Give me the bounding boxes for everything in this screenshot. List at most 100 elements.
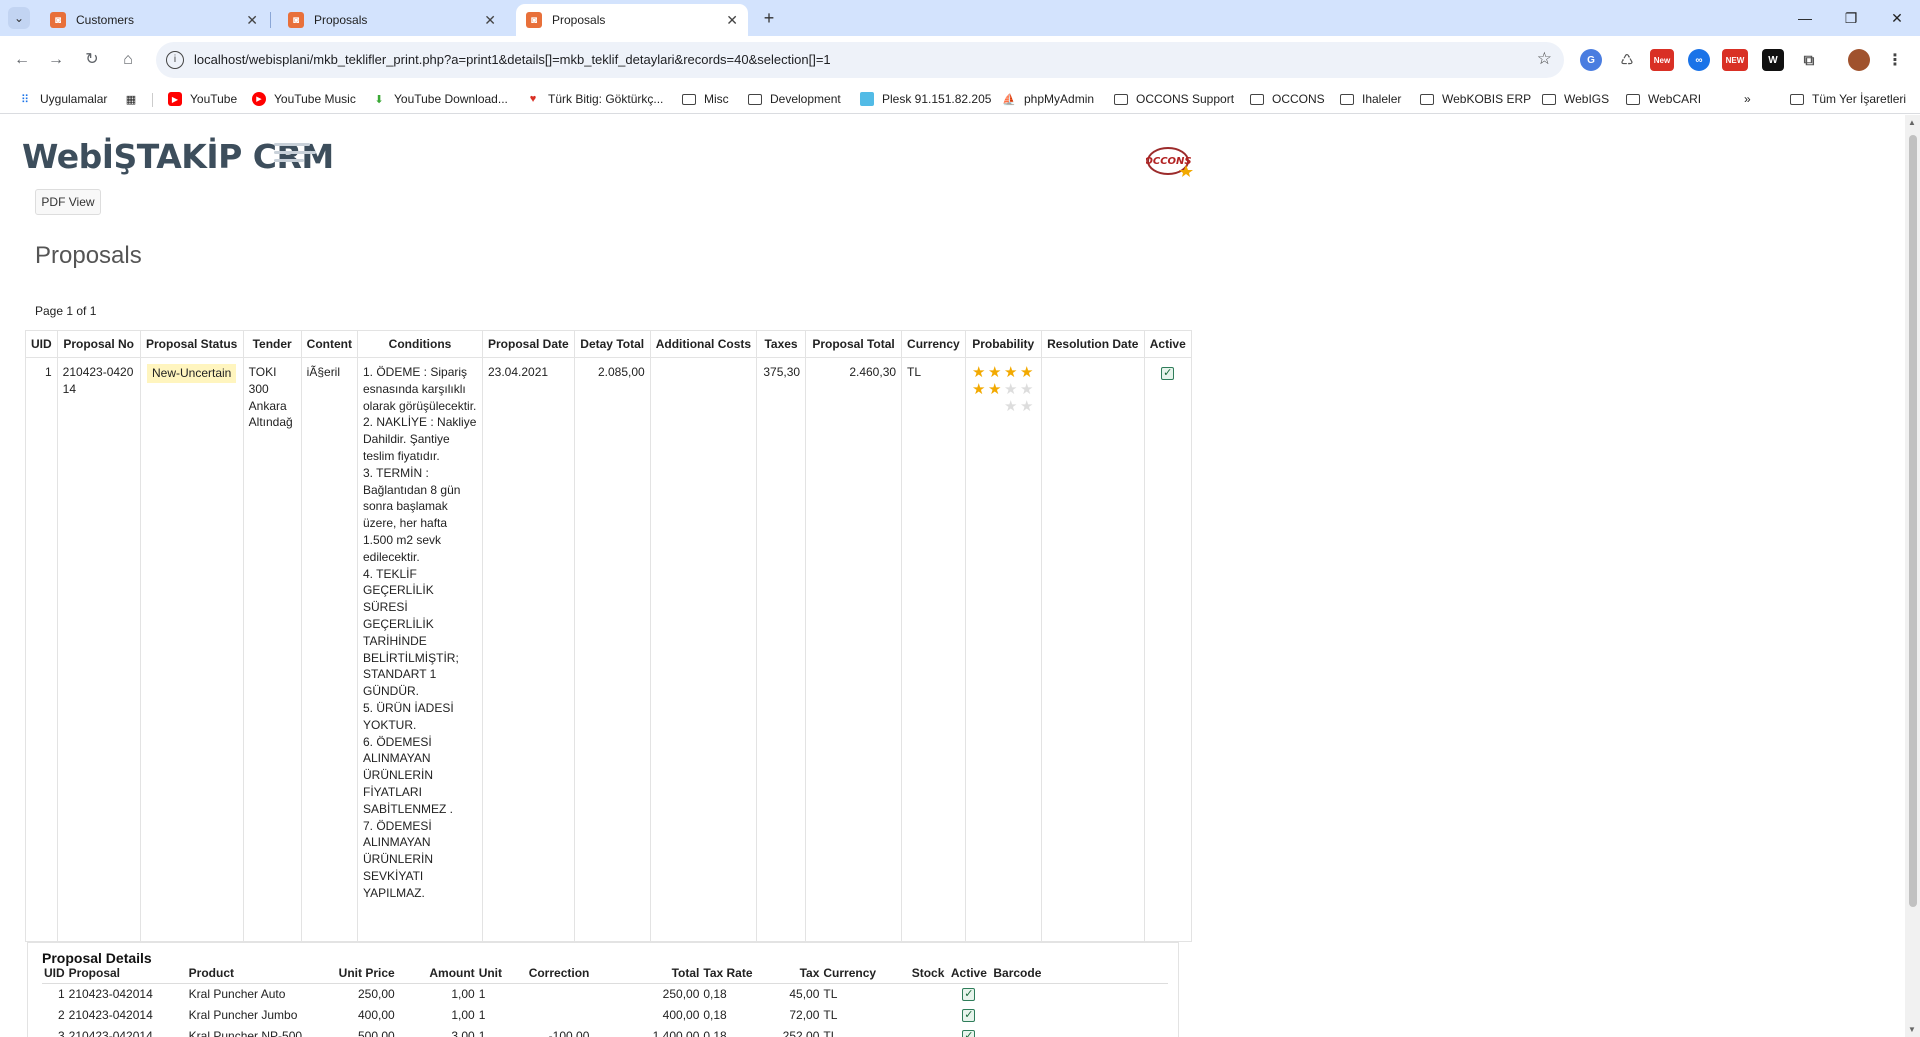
- bookmark-label: Uygulamalar: [40, 92, 108, 106]
- column-header[interactable]: Proposal Total: [805, 330, 903, 358]
- tab-customers[interactable]: ◙ Customers ✕: [40, 4, 268, 36]
- kebab-menu-icon[interactable]: ⋮: [1884, 49, 1906, 71]
- detail-barcode: [991, 1004, 1168, 1025]
- bookmark-occons[interactable]: OCCONS: [1250, 90, 1325, 108]
- column-header: Total: [591, 963, 702, 984]
- bookmark-occons-support[interactable]: OCCONS Support: [1114, 90, 1234, 108]
- close-icon[interactable]: ✕: [726, 12, 738, 29]
- bookmark-label: Ihaleler: [1362, 92, 1402, 106]
- scroll-up-arrow-icon[interactable]: ▲: [1908, 118, 1916, 127]
- folder-icon: [1420, 92, 1434, 106]
- bookmark-youtube[interactable]: ▶ YouTube: [168, 90, 237, 108]
- heart-icon: ♥: [529, 93, 537, 105]
- cell-detay-total: 2.085,00: [573, 357, 651, 942]
- window-close-icon[interactable]: ✕: [1874, 0, 1920, 36]
- column-header[interactable]: Probability: [964, 330, 1042, 358]
- detail-tax: 72,00: [789, 1007, 820, 1022]
- bookmark-tab-groups[interactable]: ▦: [124, 90, 146, 108]
- recycle-icon[interactable]: ♺: [1616, 49, 1638, 71]
- scrollbar-thumb[interactable]: [1909, 135, 1917, 907]
- detail-amount: 3,00: [451, 1028, 475, 1037]
- youtube-icon: ▶: [168, 92, 182, 106]
- folder-icon: [682, 92, 696, 106]
- bookmark-development[interactable]: Development: [748, 90, 841, 108]
- tab-proposals-active[interactable]: ◙ Proposals ✕: [516, 4, 748, 36]
- infinity-icon[interactable]: ∞: [1688, 49, 1710, 71]
- bookmark-all-bookmarks[interactable]: Tüm Yer İşaretleri: [1790, 90, 1906, 108]
- forward-arrow-icon[interactable]: →: [42, 46, 70, 74]
- detail-total: 250,00: [662, 986, 700, 1001]
- column-header[interactable]: Detay Total: [573, 330, 651, 358]
- svg-text:OCCONS: OCCONS: [1146, 156, 1192, 167]
- puzzle-icon[interactable]: ⧉: [1798, 49, 1820, 71]
- home-icon[interactable]: ⌂: [114, 46, 142, 74]
- new-badge-icon[interactable]: New: [1650, 49, 1674, 71]
- column-header[interactable]: Currency: [901, 330, 966, 358]
- column-header[interactable]: Resolution Date: [1040, 330, 1145, 358]
- column-header[interactable]: Taxes: [756, 330, 807, 358]
- column-header: Amount: [396, 963, 477, 984]
- bookmark-misc[interactable]: Misc: [682, 90, 729, 108]
- bookmark-youtube-music[interactable]: ▶ YouTube Music: [252, 90, 356, 108]
- column-header[interactable]: Active: [1143, 330, 1192, 358]
- table-row[interactable]: 1 210423-042014 Kral Puncher Auto 250,00…: [42, 983, 1168, 1004]
- detail-tax: 45,00: [789, 986, 820, 1001]
- tab-proposals[interactable]: ◙ Proposals ✕: [278, 4, 506, 36]
- detail-total: 400,00: [662, 1007, 700, 1022]
- new-tab-plus-icon[interactable]: +: [758, 7, 780, 29]
- url-text[interactable]: localhost/webisplani/mkb_teklifler_print…: [194, 52, 831, 67]
- bookmark-youtube-download[interactable]: ⬇ YouTube Download...: [372, 90, 507, 108]
- column-header[interactable]: Content: [300, 330, 359, 358]
- minimize-icon[interactable]: —: [1782, 0, 1828, 36]
- cell-proposal-no: 210423-042014: [56, 357, 141, 942]
- folder-icon: [1790, 92, 1804, 106]
- tab-separator: [270, 12, 271, 28]
- bookmark-webkobis-erp[interactable]: WebKOBIS ERP: [1420, 90, 1531, 108]
- address-bar[interactable]: i localhost/webisplani/mkb_teklifler_pri…: [156, 42, 1564, 78]
- column-header[interactable]: Proposal No: [56, 330, 141, 358]
- bookmark-apps[interactable]: ⠿ Uygulamalar: [18, 90, 107, 108]
- column-header[interactable]: Proposal Status: [139, 330, 244, 358]
- bookmark-label: Tüm Yer İşaretleri: [1812, 92, 1907, 106]
- bookmark-phpmyadmin[interactable]: ⛵ phpMyAdmin: [1002, 90, 1094, 108]
- table-row[interactable]: 2 210423-042014 Kral Puncher Jumbo 400,0…: [42, 1004, 1168, 1025]
- scroll-down-arrow-icon[interactable]: ▼: [1908, 1025, 1916, 1034]
- reload-icon[interactable]: ↻: [78, 46, 106, 74]
- detail-barcode: [991, 983, 1168, 1004]
- bookmark-star-icon[interactable]: ☆: [1537, 49, 1552, 69]
- bookmark-webigs[interactable]: WebIGS: [1542, 90, 1609, 108]
- bookmarks-overflow-chevron-icon[interactable]: »: [1744, 90, 1751, 108]
- table-row[interactable]: 3 210423-042014 Kral Puncher NP-500 500,…: [42, 1025, 1168, 1037]
- site-info-icon[interactable]: i: [166, 51, 184, 69]
- new-gift-icon[interactable]: NEW: [1722, 49, 1748, 71]
- detail-active: ✓: [946, 983, 991, 1004]
- column-header[interactable]: Proposal Date: [482, 330, 575, 358]
- detail-currency: TL: [823, 986, 838, 1001]
- bookmark-ihaleler[interactable]: Ihaleler: [1340, 90, 1401, 108]
- probability-stars: ★ ★ ★ ★ ★ ★ ★ ★ ★ ★: [971, 364, 1035, 415]
- translate-icon[interactable]: G: [1580, 49, 1602, 71]
- column-header[interactable]: Conditions: [357, 330, 483, 358]
- back-arrow-icon[interactable]: ←: [8, 46, 36, 74]
- column-header[interactable]: UID: [25, 330, 58, 358]
- avatar[interactable]: [1848, 49, 1870, 71]
- page-scrollbar[interactable]: ▲ ▼: [1905, 115, 1920, 1037]
- tab-strip: ⌄ ◙ Customers ✕ ◙ Proposals ✕ ◙ Proposal…: [0, 0, 1920, 36]
- table-row[interactable]: 1 210423-042014 New-Uncertain TOKI 300 A…: [25, 357, 1192, 942]
- bookmark-webcari[interactable]: WebCARI: [1626, 90, 1701, 108]
- column-header[interactable]: Tender: [242, 330, 302, 358]
- close-icon[interactable]: ✕: [484, 12, 496, 29]
- bookmark-turk-bitig[interactable]: ♥ Türk Bitig: Göktürkç...: [526, 90, 664, 108]
- tab-title: Proposals: [552, 13, 606, 27]
- column-header[interactable]: Additional Costs: [649, 330, 758, 358]
- column-header: Correction: [526, 963, 592, 984]
- restore-icon[interactable]: ❐: [1828, 0, 1874, 36]
- pdf-view-button[interactable]: PDF View: [35, 189, 101, 215]
- detail-uid: 1: [57, 986, 65, 1001]
- bookmark-plesk[interactable]: Plesk 91.151.82.205: [860, 90, 991, 108]
- tab-search-chevron-icon[interactable]: ⌄: [8, 7, 30, 29]
- plesk-icon: [860, 92, 874, 106]
- close-icon[interactable]: ✕: [246, 12, 258, 29]
- table-header-row: UID Proposal No Proposal Status Tender C…: [25, 330, 1192, 358]
- w-icon[interactable]: W: [1762, 49, 1784, 71]
